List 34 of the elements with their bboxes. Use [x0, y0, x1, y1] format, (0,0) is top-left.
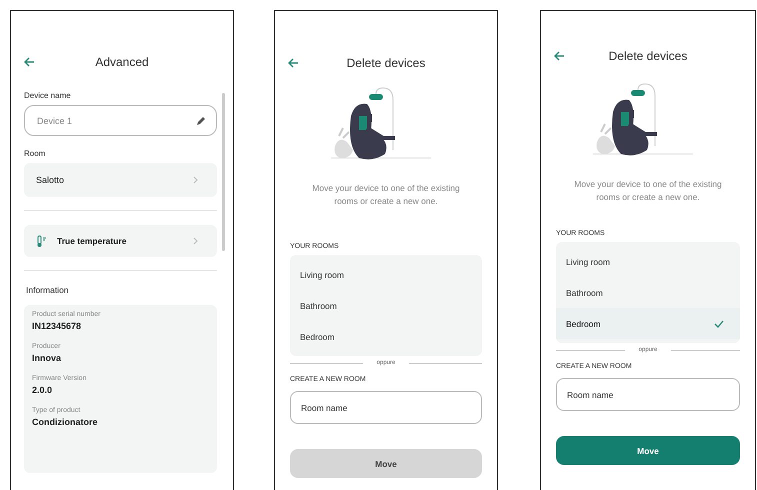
room-selector[interactable]: Salotto	[24, 163, 217, 197]
thermometer-icon	[36, 234, 47, 248]
field-label: Room	[24, 149, 46, 158]
edit-icon[interactable]	[195, 115, 207, 127]
room-option[interactable]: Bathroom	[290, 290, 482, 321]
device-name-field[interactable]: Device 1	[24, 105, 217, 136]
info-value: Innova	[32, 353, 62, 363]
chevron-icon	[192, 237, 199, 245]
item-label: True temperature	[57, 236, 126, 246]
back-icon[interactable]	[23, 56, 35, 68]
room-option[interactable]: Bathroom	[556, 277, 740, 308]
check-icon	[714, 320, 724, 328]
back-icon[interactable]	[287, 57, 299, 69]
back-icon[interactable]	[553, 50, 565, 62]
screen-title: Delete devices	[608, 49, 688, 63]
room-name-field[interactable]: Room name	[290, 391, 482, 424]
room-option[interactable]: Living room	[290, 259, 482, 290]
info-value: IN12345678	[32, 321, 82, 331]
room-option[interactable]: Living room	[556, 246, 740, 277]
instruction-text: Move your device to one of the existing rooms or create a new one.	[573, 178, 723, 204]
move-button[interactable]: Move	[556, 436, 740, 465]
instruction-text: Move your device to one of the existing rooms or create a new one.	[311, 182, 461, 208]
screen-title: Advanced	[94, 55, 150, 69]
room-option[interactable]: Bedroom	[556, 308, 740, 339]
room-value: Salotto	[36, 175, 64, 185]
field-label: Device name	[24, 91, 72, 100]
room-option[interactable]: Bedroom	[290, 321, 482, 352]
section-heading: Information	[26, 285, 70, 295]
info-value: 2.0.0	[32, 385, 54, 395]
true-temperature-item[interactable]: True temperature	[24, 225, 217, 257]
info-value: Condizionatore	[32, 417, 98, 427]
chevron-icon	[192, 176, 199, 184]
room-name-field[interactable]: Room name	[556, 378, 740, 411]
screen-title: Delete devices	[346, 56, 426, 70]
